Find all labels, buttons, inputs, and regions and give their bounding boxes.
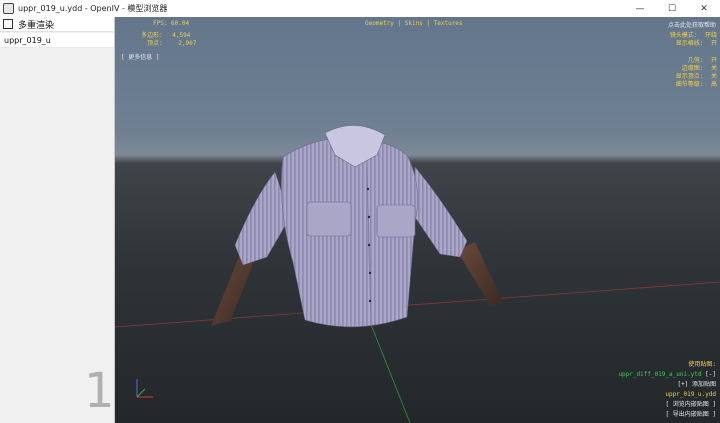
camera-mode-label: 镜头模式: <box>669 32 698 39</box>
wireframe-label: 边缘图: <box>681 65 704 72</box>
fps-readout: FPS: 60.04 <box>153 20 190 27</box>
minimize-button[interactable]: — <box>624 0 656 17</box>
render-settings: 几何: 开 边缘图: 关 显示顶点: 关 细节等级: 高 <box>676 57 717 89</box>
remove-texture-button[interactable]: [-] <box>705 371 716 378</box>
model-stats: 多边形: 4,594 顶点: 2,907 <box>141 32 196 48</box>
model-viewport[interactable]: FPS: 60.04 多边形: 4,594 顶点: 2,907 [ 更多信息 ]… <box>115 17 720 423</box>
multi-render-label: 多重渲染 <box>18 20 55 31</box>
right-forearm <box>457 242 503 306</box>
browse-embedded-button[interactable]: [ 浏览内嵌贴图 ] <box>618 400 716 410</box>
geometry-value[interactable]: 开 <box>711 57 717 64</box>
right-pocket <box>376 204 416 238</box>
close-button[interactable]: ✕ <box>688 0 720 17</box>
vertices-value: 2,907 <box>178 40 197 47</box>
detail-level-value[interactable]: 高 <box>711 81 717 88</box>
app-icon <box>3 3 14 14</box>
polygons-label: 多边形: <box>141 32 163 39</box>
axis-gizmo <box>136 379 153 398</box>
wireframe-value[interactable]: 关 <box>711 65 717 72</box>
window-controls: — ☐ ✕ <box>624 0 720 17</box>
add-texture-button[interactable]: [+] 添加贴图 <box>618 380 716 390</box>
detail-level-label: 细节等级: <box>675 81 704 88</box>
export-embedded-button[interactable]: [ 导出内嵌贴图 ] <box>618 410 716 420</box>
vertices-label: 顶点: <box>147 40 163 47</box>
grid-value[interactable]: 开 <box>711 40 717 47</box>
right-sleeve <box>414 166 468 258</box>
diff-texture-file[interactable]: uppr_diff_019_a_uni.ytd <box>618 371 701 378</box>
sidebar: 多重渲染 uppr_019_u 1 <box>0 17 115 423</box>
lod-number: 1 <box>84 363 115 419</box>
more-info-link[interactable]: [ 更多信息 ] <box>121 52 159 61</box>
help-hint[interactable]: 点击此处获取帮助 <box>668 20 716 29</box>
model-texture-file[interactable]: uppr_019_u.ydd <box>618 390 716 400</box>
view-tabs[interactable]: Geometry | Skins | Textures <box>365 20 463 27</box>
camera-settings: 镜头模式: 环绕 显示格线: 开 <box>670 32 717 48</box>
show-vertices-label: 显示顶点: <box>675 73 704 80</box>
model-list-item[interactable]: uppr_019_u <box>0 33 114 48</box>
multi-render-checkbox[interactable] <box>3 19 13 29</box>
geometry-label: 几何: <box>687 57 704 64</box>
grid-label: 显示格线: <box>675 40 704 47</box>
z-axis-line <box>369 321 411 423</box>
maximize-button[interactable]: ☐ <box>656 0 688 17</box>
polygons-value: 4,594 <box>172 32 191 39</box>
show-vertices-value[interactable]: 关 <box>711 73 717 80</box>
multi-render-toggle[interactable]: 多重渲染 <box>0 17 114 32</box>
x-axis-line <box>115 281 720 328</box>
window-title: uppr_019_u.ydd - OpenIV - 模型浏览器 <box>18 4 168 13</box>
title-bar: uppr_019_u.ydd - OpenIV - 模型浏览器 — ☐ ✕ <box>0 0 720 17</box>
texture-heading: 使用贴图: <box>688 361 716 368</box>
camera-mode-value[interactable]: 环绕 <box>705 32 717 39</box>
texture-panel: 使用贴图: uppr_diff_019_a_uni.ytd [-] [+] 添加… <box>618 360 716 420</box>
left-pocket <box>306 201 352 237</box>
